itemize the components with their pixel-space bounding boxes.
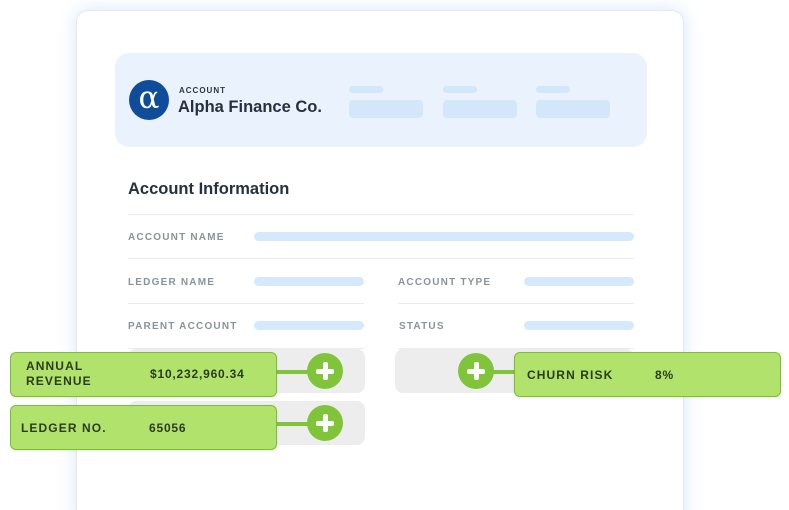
field-value-status[interactable] <box>524 321 634 330</box>
header-placeholder-label <box>349 86 383 93</box>
field-label-account-name: ACCOUNT NAME <box>128 232 225 243</box>
tag-value-annual-revenue: $10,232,960.34 <box>150 367 245 381</box>
tag-value-churn-risk: 8% <box>655 368 674 382</box>
tag-label-annual-revenue: ANNUAL REVENUE <box>26 359 92 388</box>
field-value-parent-account[interactable] <box>254 321 364 330</box>
header-placeholder-value <box>349 100 423 118</box>
tag-ledger-no[interactable]: LEDGER NO. 65056 <box>10 405 277 450</box>
field-label-account-type: ACCOUNT TYPE <box>398 277 492 288</box>
header-placeholder-value <box>443 100 517 118</box>
field-value-account-name[interactable] <box>254 232 634 241</box>
alpha-logo: α <box>129 80 169 120</box>
tag-value-ledger-no: 65056 <box>149 421 187 435</box>
field-label-parent-account: PARENT ACCOUNT <box>128 321 238 332</box>
tag-churn-risk[interactable]: CHURN RISK 8% <box>514 352 781 397</box>
section-title: Account Information <box>128 180 290 198</box>
tag-annual-revenue[interactable]: ANNUAL REVENUE $10,232,960.34 <box>10 352 277 397</box>
add-annual-revenue-plus-icon[interactable] <box>307 353 343 389</box>
tag-label-churn-risk: CHURN RISK <box>527 368 614 382</box>
divider <box>128 214 634 215</box>
header-placeholder-label <box>443 86 477 93</box>
field-value-account-type[interactable] <box>524 277 634 286</box>
account-header: α ACCOUNT Alpha Finance Co. <box>115 53 647 147</box>
divider <box>128 258 634 259</box>
divider <box>128 303 364 304</box>
add-ledger-no-plus-icon[interactable] <box>307 405 343 441</box>
field-label-ledger-name: LEDGER NAME <box>128 277 216 288</box>
account-name: Alpha Finance Co. <box>178 98 322 116</box>
account-label: ACCOUNT <box>179 86 226 95</box>
field-value-ledger-name[interactable] <box>254 277 364 286</box>
field-label-status: STATUS <box>399 321 445 332</box>
alpha-logo-glyph: α <box>138 80 160 116</box>
add-churn-risk-plus-icon[interactable] <box>458 353 494 389</box>
header-placeholder-label <box>536 86 570 93</box>
tag-label-ledger-no: LEDGER NO. <box>21 421 107 435</box>
header-placeholder-value <box>536 100 610 118</box>
divider <box>398 303 634 304</box>
stage: α ACCOUNT Alpha Finance Co. Account Info… <box>0 0 789 510</box>
